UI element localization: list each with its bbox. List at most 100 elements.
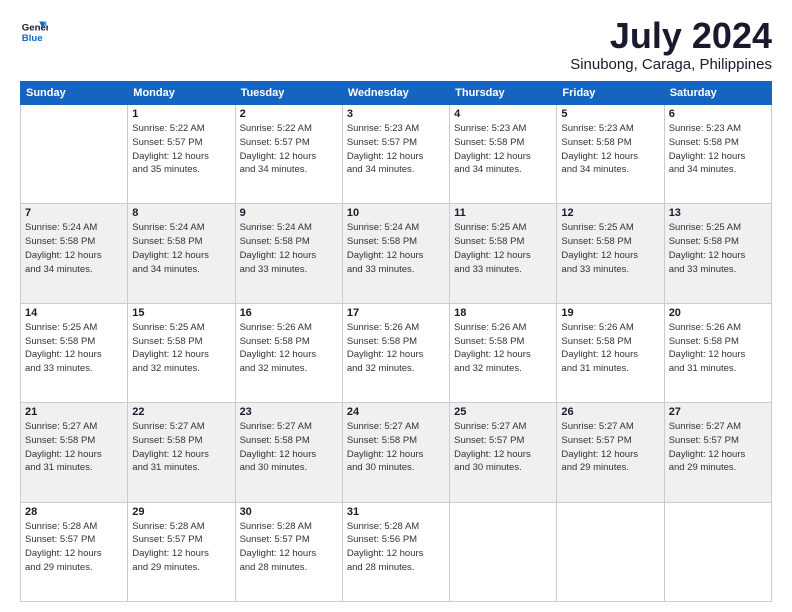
day-info: Sunrise: 5:26 AMSunset: 5:58 PMDaylight:… (454, 321, 552, 376)
day-number: 30 (240, 506, 338, 518)
calendar-cell: 2 Sunrise: 5:22 AMSunset: 5:57 PMDaylight… (235, 105, 342, 204)
day-number: 2 (240, 108, 338, 120)
day-info: Sunrise: 5:25 AMSunset: 5:58 PMDaylight:… (25, 321, 123, 376)
logo: General Blue (20, 18, 48, 46)
day-info: Sunrise: 5:24 AMSunset: 5:58 PMDaylight:… (347, 221, 445, 276)
calendar-week-row: 7 Sunrise: 5:24 AMSunset: 5:58 PMDaylight… (21, 204, 772, 303)
day-info: Sunrise: 5:26 AMSunset: 5:58 PMDaylight:… (669, 321, 767, 376)
day-info: Sunrise: 5:27 AMSunset: 5:58 PMDaylight:… (132, 420, 230, 475)
calendar-cell: 19 Sunrise: 5:26 AMSunset: 5:58 PMDayligh… (557, 303, 664, 402)
day-number: 8 (132, 207, 230, 219)
day-info: Sunrise: 5:23 AMSunset: 5:57 PMDaylight:… (347, 122, 445, 177)
day-number: 14 (25, 307, 123, 319)
day-info: Sunrise: 5:25 AMSunset: 5:58 PMDaylight:… (669, 221, 767, 276)
calendar-cell: 13 Sunrise: 5:25 AMSunset: 5:58 PMDayligh… (664, 204, 771, 303)
calendar-cell: 1Sunrise: 5:22 AMSunset: 5:57 PMDaylight… (128, 105, 235, 204)
calendar-cell: 6Sunrise: 5:23 AMSunset: 5:58 PMDaylight… (664, 105, 771, 204)
day-info: Sunrise: 5:28 AMSunset: 5:56 PMDaylight:… (347, 520, 445, 575)
day-info: Sunrise: 5:26 AMSunset: 5:58 PMDaylight:… (561, 321, 659, 376)
calendar-cell: 23 Sunrise: 5:27 AMSunset: 5:58 PMDayligh… (235, 403, 342, 502)
calendar-cell: 17Sunrise: 5:26 AMSunset: 5:58 PMDayligh… (342, 303, 449, 402)
day-number: 26 (561, 406, 659, 418)
calendar-cell: 16 Sunrise: 5:26 AMSunset: 5:58 PMDayligh… (235, 303, 342, 402)
calendar-cell: 31 Sunrise: 5:28 AMSunset: 5:56 PMDayligh… (342, 502, 449, 601)
calendar-col-header: Wednesday (342, 82, 449, 105)
calendar-cell: 30 Sunrise: 5:28 AMSunset: 5:57 PMDayligh… (235, 502, 342, 601)
day-number: 13 (669, 207, 767, 219)
day-info: Sunrise: 5:22 AMSunset: 5:57 PMDaylight:… (240, 122, 338, 177)
calendar-cell: 12 Sunrise: 5:25 AMSunset: 5:58 PMDayligh… (557, 204, 664, 303)
calendar-cell: 24 Sunrise: 5:27 AMSunset: 5:58 PMDayligh… (342, 403, 449, 502)
calendar-table: SundayMondayTuesdayWednesdayThursdayFrid… (20, 81, 772, 602)
svg-text:Blue: Blue (22, 33, 43, 44)
day-number: 15 (132, 307, 230, 319)
calendar-cell (664, 502, 771, 601)
day-number: 22 (132, 406, 230, 418)
day-number: 21 (25, 406, 123, 418)
day-info: Sunrise: 5:26 AMSunset: 5:58 PMDaylight:… (347, 321, 445, 376)
calendar-col-header: Thursday (450, 82, 557, 105)
day-info: Sunrise: 5:26 AMSunset: 5:58 PMDaylight:… (240, 321, 338, 376)
calendar-col-header: Monday (128, 82, 235, 105)
title-area: July 2024 Sinubong, Caraga, Philippines (570, 18, 772, 73)
calendar-col-header: Saturday (664, 82, 771, 105)
calendar-col-header: Sunday (21, 82, 128, 105)
day-number: 28 (25, 506, 123, 518)
calendar-cell: 7 Sunrise: 5:24 AMSunset: 5:58 PMDaylight… (21, 204, 128, 303)
day-number: 1 (132, 108, 230, 120)
day-number: 9 (240, 207, 338, 219)
calendar-cell: 14 Sunrise: 5:25 AMSunset: 5:58 PMDayligh… (21, 303, 128, 402)
day-info: Sunrise: 5:27 AMSunset: 5:58 PMDaylight:… (240, 420, 338, 475)
calendar-cell: 20 Sunrise: 5:26 AMSunset: 5:58 PMDayligh… (664, 303, 771, 402)
day-number: 12 (561, 207, 659, 219)
calendar-cell: 10Sunrise: 5:24 AMSunset: 5:58 PMDayligh… (342, 204, 449, 303)
calendar-cell: 28Sunrise: 5:28 AMSunset: 5:57 PMDayligh… (21, 502, 128, 601)
calendar-cell: 9 Sunrise: 5:24 AMSunset: 5:58 PMDaylight… (235, 204, 342, 303)
calendar-week-row: 28 Sunrise: 5:28 AMSunset: 5:57 PMDayligh… (21, 502, 772, 601)
day-number: 11 (454, 207, 552, 219)
day-info: Sunrise: 5:27 AMSunset: 5:57 PMDaylight:… (561, 420, 659, 475)
month-title: July 2024 (570, 18, 772, 54)
day-number: 7 (25, 207, 123, 219)
calendar-cell (450, 502, 557, 601)
day-info: Sunrise: 5:25 AMSunset: 5:58 PMDaylight:… (561, 221, 659, 276)
day-info: Sunrise: 5:25 AMSunset: 5:58 PMDaylight:… (454, 221, 552, 276)
day-number: 29 (132, 506, 230, 518)
day-info: Sunrise: 5:27 AMSunset: 5:58 PMDaylight:… (25, 420, 123, 475)
calendar-cell: 18 Sunrise: 5:26 AMSunset: 5:58 PMDayligh… (450, 303, 557, 402)
day-info: Sunrise: 5:24 AMSunset: 5:58 PMDaylight:… (25, 221, 123, 276)
day-number: 20 (669, 307, 767, 319)
day-number: 19 (561, 307, 659, 319)
calendar-cell: 4 Sunrise: 5:23 AMSunset: 5:58 PMDaylight… (450, 105, 557, 204)
day-info: Sunrise: 5:27 AMSunset: 5:57 PMDaylight:… (454, 420, 552, 475)
day-info: Sunrise: 5:24 AMSunset: 5:58 PMDaylight:… (132, 221, 230, 276)
calendar-cell: 22 Sunrise: 5:27 AMSunset: 5:58 PMDayligh… (128, 403, 235, 502)
calendar-week-row: 21 Sunrise: 5:27 AMSunset: 5:58 PMDayligh… (21, 403, 772, 502)
day-info: Sunrise: 5:28 AMSunset: 5:57 PMDaylight:… (240, 520, 338, 575)
calendar-week-row: 14 Sunrise: 5:25 AMSunset: 5:58 PMDayligh… (21, 303, 772, 402)
calendar-cell: 27Sunrise: 5:27 AMSunset: 5:57 PMDayligh… (664, 403, 771, 502)
calendar-cell (557, 502, 664, 601)
day-number: 24 (347, 406, 445, 418)
page: General Blue July 2024 Sinubong, Caraga,… (0, 0, 792, 612)
day-info: Sunrise: 5:27 AMSunset: 5:58 PMDaylight:… (347, 420, 445, 475)
calendar-cell: 29Sunrise: 5:28 AMSunset: 5:57 PMDayligh… (128, 502, 235, 601)
calendar-col-header: Tuesday (235, 82, 342, 105)
day-number: 18 (454, 307, 552, 319)
calendar-cell: 26 Sunrise: 5:27 AMSunset: 5:57 PMDayligh… (557, 403, 664, 502)
day-number: 4 (454, 108, 552, 120)
header: General Blue July 2024 Sinubong, Caraga,… (20, 18, 772, 73)
day-number: 6 (669, 108, 767, 120)
calendar-cell: 11 Sunrise: 5:25 AMSunset: 5:58 PMDayligh… (450, 204, 557, 303)
day-info: Sunrise: 5:23 AMSunset: 5:58 PMDaylight:… (454, 122, 552, 177)
day-info: Sunrise: 5:23 AMSunset: 5:58 PMDaylight:… (561, 122, 659, 177)
day-info: Sunrise: 5:24 AMSunset: 5:58 PMDaylight:… (240, 221, 338, 276)
day-number: 27 (669, 406, 767, 418)
calendar-week-row: 1 Sunrise: 5:22 AMSunset: 5:57 PMDaylight… (21, 105, 772, 204)
calendar-cell: 8 Sunrise: 5:24 AMSunset: 5:58 PMDaylight… (128, 204, 235, 303)
calendar-cell: 3Sunrise: 5:23 AMSunset: 5:57 PMDaylight… (342, 105, 449, 204)
location-subtitle: Sinubong, Caraga, Philippines (570, 56, 772, 73)
day-number: 16 (240, 307, 338, 319)
day-number: 31 (347, 506, 445, 518)
day-number: 23 (240, 406, 338, 418)
